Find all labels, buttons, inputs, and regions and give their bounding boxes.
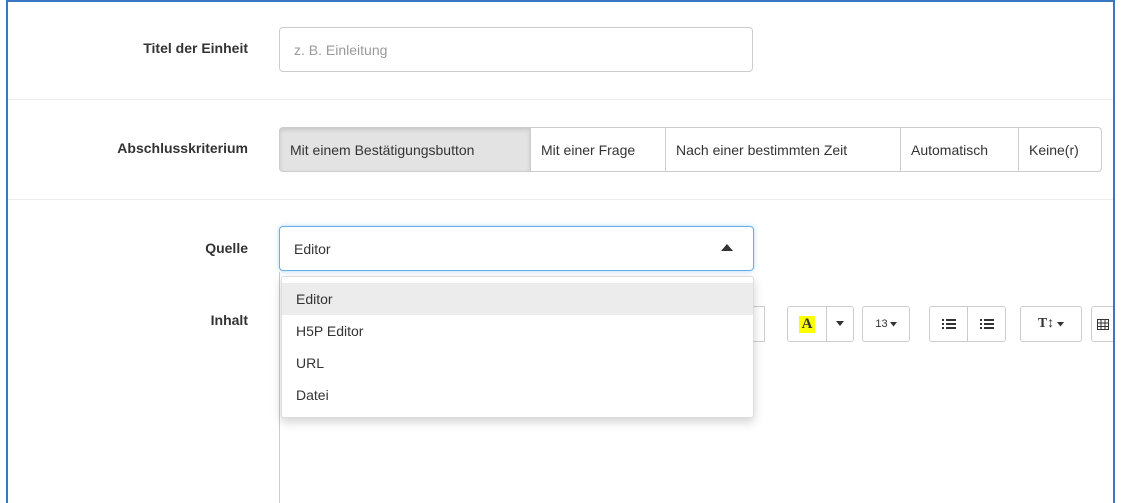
row-divider bbox=[8, 99, 1113, 100]
source-option-editor[interactable]: Editor bbox=[282, 283, 753, 315]
criterion-automatic-button[interactable]: Automatisch bbox=[900, 127, 1019, 172]
frame-top-border bbox=[6, 0, 1115, 2]
unordered-list-button[interactable] bbox=[929, 306, 968, 342]
criterion-none-button[interactable]: Keine(r) bbox=[1018, 127, 1102, 172]
criterion-question-button[interactable]: Mit einer Frage bbox=[530, 127, 666, 172]
ordered-list-button[interactable] bbox=[967, 306, 1006, 342]
table-icon bbox=[1096, 318, 1109, 330]
chevron-down-icon bbox=[836, 321, 844, 326]
source-dropdown-menu: Editor H5P Editor URL Datei bbox=[281, 276, 754, 418]
criterion-label: Abschlusskriterium bbox=[117, 140, 248, 156]
caret-up-icon bbox=[721, 244, 733, 251]
font-color-button[interactable]: A bbox=[787, 306, 827, 342]
criterion-button-group: Mit einem Bestätigungsbutton Mit einer F… bbox=[279, 127, 1102, 172]
source-option-url[interactable]: URL bbox=[282, 347, 753, 379]
title-input[interactable] bbox=[279, 27, 753, 72]
frame-left-border bbox=[6, 0, 8, 503]
chevron-down-icon bbox=[889, 321, 897, 326]
title-label: Titel der Einheit bbox=[143, 40, 248, 56]
source-select[interactable]: Editor bbox=[279, 226, 754, 271]
ordered-list-icon bbox=[979, 319, 994, 329]
line-height-button[interactable]: T↕ bbox=[1020, 306, 1082, 342]
criterion-time-button[interactable]: Nach einer bestimmten Zeit bbox=[665, 127, 901, 172]
source-label: Quelle bbox=[205, 240, 248, 256]
highlight-color-icon: A bbox=[798, 315, 816, 333]
chevron-down-icon bbox=[1057, 321, 1065, 326]
criterion-confirm-button[interactable]: Mit einem Bestätigungsbutton bbox=[279, 127, 531, 172]
content-label: Inhalt bbox=[210, 312, 248, 328]
table-button[interactable] bbox=[1091, 306, 1113, 342]
font-size-value: 13 bbox=[875, 318, 888, 330]
frame-right-border bbox=[1113, 0, 1115, 503]
row-divider bbox=[8, 199, 1113, 200]
font-color-dropdown-button[interactable] bbox=[826, 306, 854, 342]
font-size-button[interactable]: 13 bbox=[862, 306, 910, 342]
source-option-h5p-editor[interactable]: H5P Editor bbox=[282, 315, 753, 347]
source-select-value: Editor bbox=[294, 240, 331, 257]
editor-border bbox=[279, 272, 280, 503]
source-option-datei[interactable]: Datei bbox=[282, 379, 753, 411]
unordered-list-icon bbox=[941, 319, 956, 329]
line-height-icon: T↕ bbox=[1037, 316, 1055, 331]
